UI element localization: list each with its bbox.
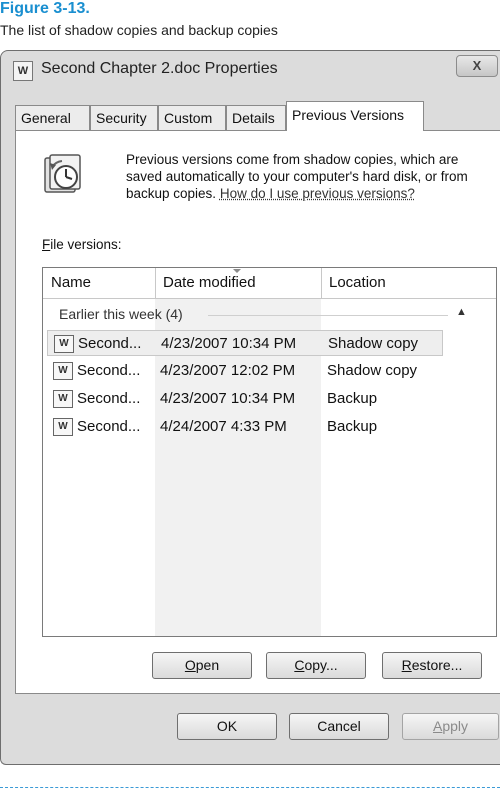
title-bar[interactable]: W Second Chapter 2.doc Properties X <box>1 51 500 91</box>
version-location: Shadow copy <box>328 331 418 357</box>
version-row[interactable]: W Second... 4/24/2007 4:33 PM Backup <box>47 414 443 440</box>
open-button[interactable]: Open <box>152 652 252 679</box>
tab-general[interactable]: General <box>15 105 90 130</box>
collapse-chevron-icon[interactable]: ▲ <box>456 306 467 318</box>
tab-previous-versions[interactable]: Previous Versions <box>286 101 424 131</box>
ok-button[interactable]: OK <box>177 713 277 740</box>
word-document-icon: W <box>54 335 74 353</box>
version-name: Second... <box>77 414 140 440</box>
info-text: Previous versions come from shadow copie… <box>126 151 486 202</box>
tab-details[interactable]: Details <box>226 105 286 130</box>
version-date: 4/23/2007 12:02 PM <box>160 358 295 384</box>
help-link[interactable]: How do I use previous versions? <box>220 186 415 201</box>
version-location: Shadow copy <box>327 358 417 384</box>
version-name: Second... <box>78 331 141 357</box>
header-divider <box>43 298 496 299</box>
previous-versions-clock-icon <box>42 153 86 197</box>
cancel-button[interactable]: Cancel <box>289 713 389 740</box>
restore-label: estore... <box>412 657 463 673</box>
tab-security[interactable]: Security <box>90 105 158 130</box>
word-document-icon: W <box>53 418 73 436</box>
column-header-name[interactable]: Name <box>43 268 155 298</box>
apply-button[interactable]: Apply <box>402 713 499 740</box>
word-document-icon: W <box>53 390 73 408</box>
previous-versions-panel: Previous versions come from shadow copie… <box>15 130 500 694</box>
open-label: pen <box>196 657 219 673</box>
version-name: Second... <box>77 358 140 384</box>
version-location: Backup <box>327 386 377 412</box>
figure-caption: The list of shadow copies and backup cop… <box>0 22 278 38</box>
version-date: 4/23/2007 10:34 PM <box>160 386 295 412</box>
copy-label: opy... <box>304 657 337 673</box>
version-row[interactable]: W Second... 4/23/2007 10:34 PM Backup <box>47 386 443 412</box>
column-header-location[interactable]: Location <box>321 268 497 298</box>
file-versions-label: File versions: <box>42 237 122 252</box>
copy-button[interactable]: Copy... <box>266 652 366 679</box>
group-divider <box>208 315 448 316</box>
properties-dialog: W Second Chapter 2.doc Properties X Gene… <box>0 50 500 765</box>
document-icon: W <box>13 61 33 81</box>
version-row[interactable]: W Second... 4/23/2007 12:02 PM Shadow co… <box>47 358 443 384</box>
version-name: Second... <box>77 386 140 412</box>
sort-arrow-icon <box>233 269 241 273</box>
restore-button[interactable]: Restore... <box>382 652 482 679</box>
window-title: Second Chapter 2.doc Properties <box>41 60 278 78</box>
open-accel: O <box>185 657 196 673</box>
close-button[interactable]: X <box>456 55 498 77</box>
restore-accel: R <box>402 657 412 673</box>
version-date: 4/23/2007 10:34 PM <box>161 331 296 357</box>
word-document-icon: W <box>53 362 73 380</box>
apply-accel: A <box>433 718 442 734</box>
figure-divider <box>0 787 500 788</box>
copy-accel: C <box>294 657 304 673</box>
version-date: 4/24/2007 4:33 PM <box>160 414 287 440</box>
file-versions-accel: F <box>42 237 50 252</box>
apply-label: pply <box>442 718 468 734</box>
file-versions-label-text: ile versions: <box>50 237 121 252</box>
group-header[interactable]: Earlier this week (4) <box>59 306 183 322</box>
figure-title: Figure 3-13. <box>0 0 90 18</box>
version-row[interactable]: W Second... 4/23/2007 10:34 PM Shadow co… <box>47 330 443 356</box>
tab-custom[interactable]: Custom <box>158 105 226 130</box>
file-versions-list[interactable]: Name Date modified Location Earlier this… <box>42 267 497 637</box>
version-location: Backup <box>327 414 377 440</box>
